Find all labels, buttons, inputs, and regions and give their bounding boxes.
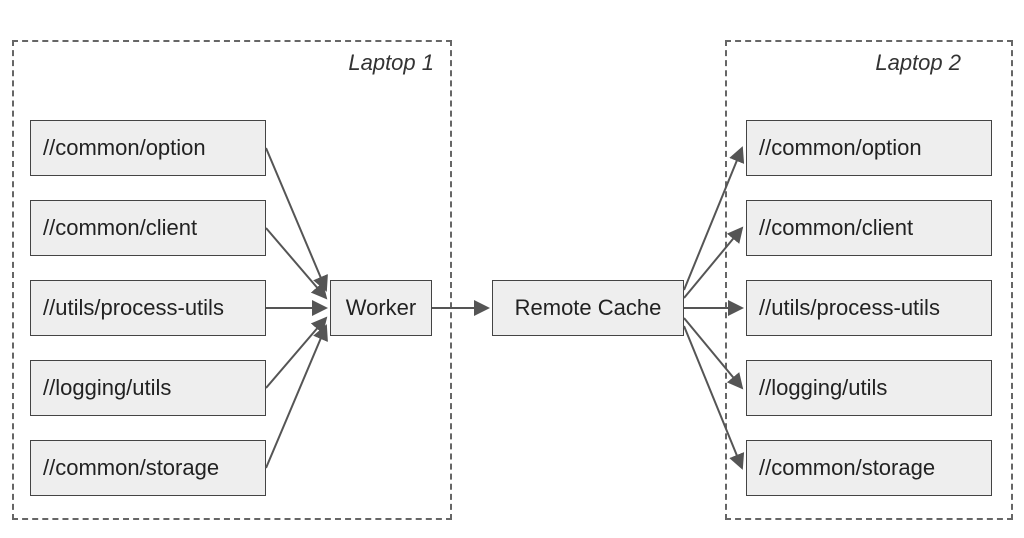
laptop1-title: Laptop 1	[348, 50, 434, 76]
laptop1-node-logging-utils: //logging/utils	[30, 360, 266, 416]
laptop1-node-common-client: //common/client	[30, 200, 266, 256]
laptop2-node-common-option: //common/option	[746, 120, 992, 176]
worker-node: Worker	[330, 280, 432, 336]
laptop2-title: Laptop 2	[875, 50, 961, 76]
laptop2-node-common-client: //common/client	[746, 200, 992, 256]
laptop1-node-common-option: //common/option	[30, 120, 266, 176]
laptop2-node-utils-process-utils: //utils/process-utils	[746, 280, 992, 336]
laptop1-node-common-storage: //common/storage	[30, 440, 266, 496]
remote-cache-node: Remote Cache	[492, 280, 684, 336]
laptop2-node-common-storage: //common/storage	[746, 440, 992, 496]
laptop2-node-logging-utils: //logging/utils	[746, 360, 992, 416]
laptop1-node-utils-process-utils: //utils/process-utils	[30, 280, 266, 336]
